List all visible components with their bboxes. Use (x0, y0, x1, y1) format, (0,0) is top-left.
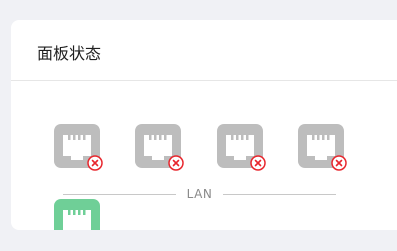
lan-port-1[interactable] (54, 124, 103, 171)
ethernet-port-connected-icon (54, 199, 100, 230)
lan-divider: LAN (63, 187, 336, 202)
page-title: 面板状态 (37, 43, 102, 63)
lan-port-4[interactable] (298, 124, 347, 171)
lan-label: LAN (186, 187, 213, 201)
disconnected-x-icon (331, 155, 347, 171)
divider-line (223, 194, 336, 195)
panel-status-card: 面板状态 LAN (11, 20, 397, 230)
disconnected-x-icon (250, 155, 266, 171)
disconnected-x-icon (87, 155, 103, 171)
wan-port[interactable] (54, 199, 100, 230)
card-header: 面板状态 (11, 20, 397, 81)
divider-line (63, 194, 176, 195)
lan-port-3[interactable] (217, 124, 266, 171)
lan-port-2[interactable] (135, 124, 184, 171)
disconnected-x-icon (168, 155, 184, 171)
